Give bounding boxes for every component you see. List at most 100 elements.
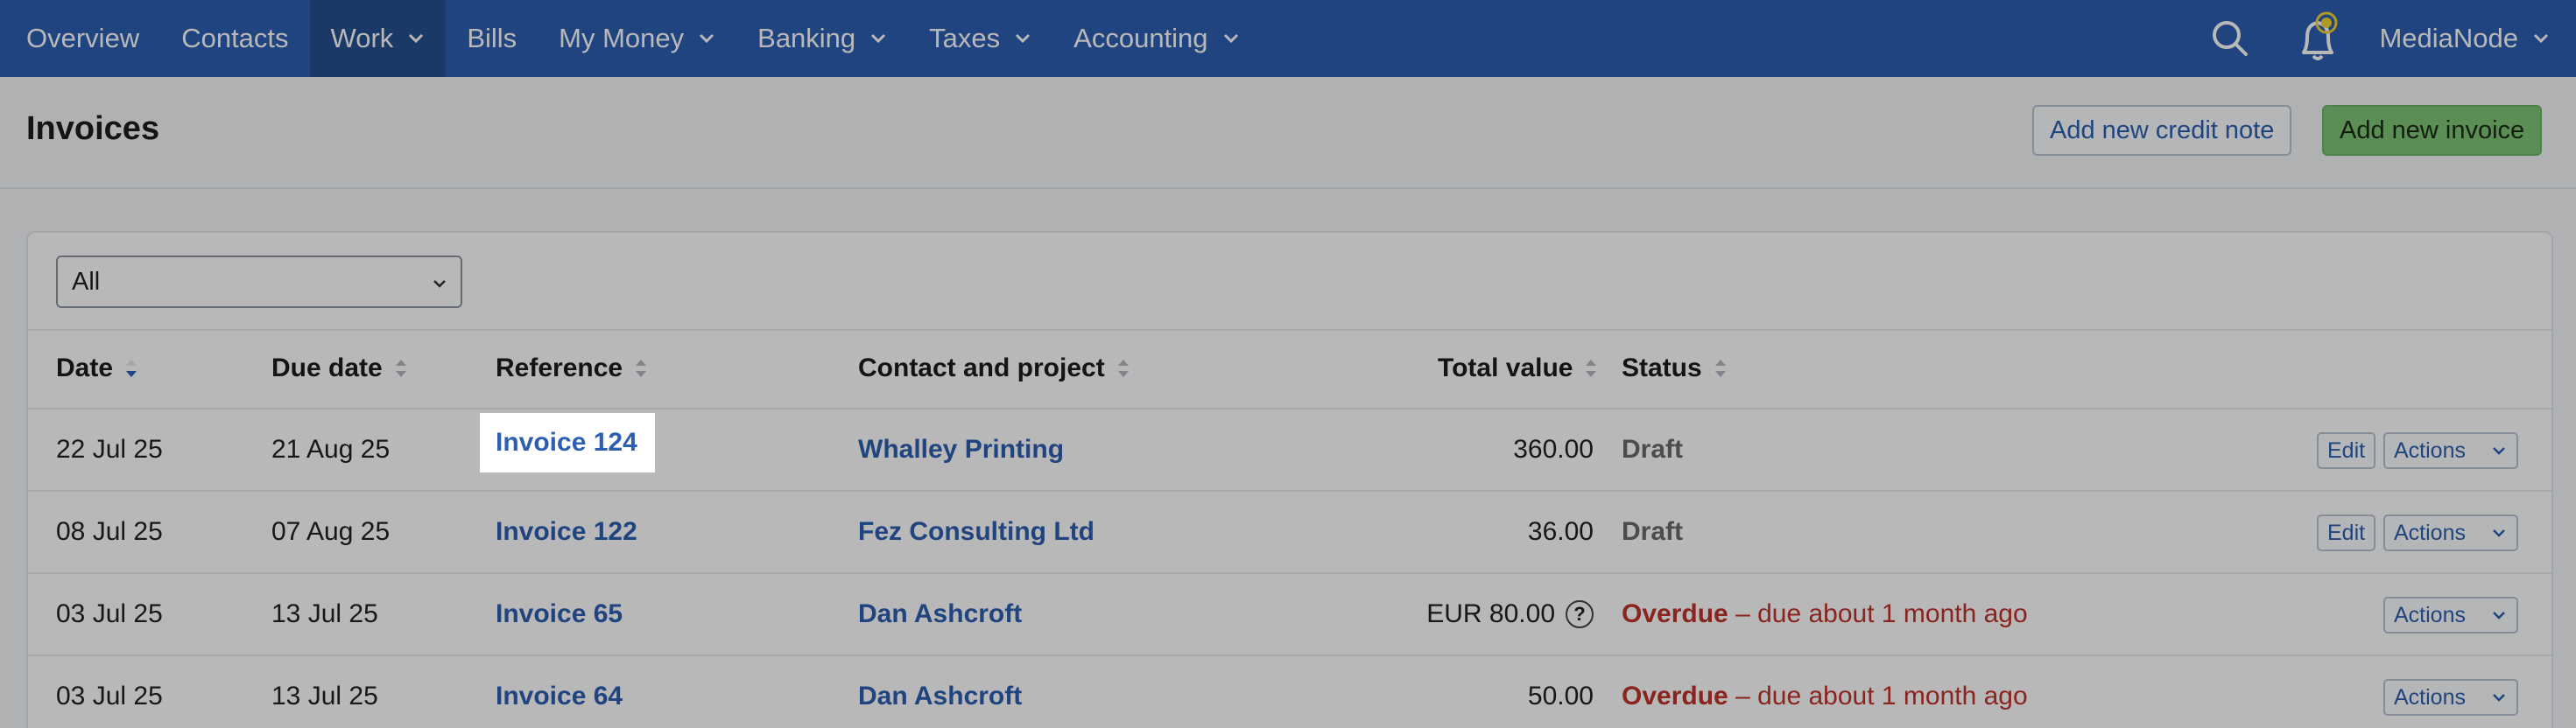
col-header-contact[interactable]: Contact and project [858, 354, 1131, 383]
cell-total-value: 360.00 [1341, 410, 1594, 490]
actions-label: Actions [2394, 602, 2466, 627]
nav-my-money[interactable]: My Money [538, 0, 736, 77]
col-header-date[interactable]: Date [56, 354, 139, 383]
divider [28, 329, 2551, 331]
table-row[interactable]: 03 Jul 25 13 Jul 25 Invoice 64 Dan Ashcr… [28, 656, 2551, 728]
search-icon[interactable] [2204, 0, 2256, 77]
user-menu[interactable]: MediaNode [2379, 23, 2576, 54]
nav-my-money-label: My Money [559, 23, 685, 53]
sort-icon [636, 360, 647, 377]
sort-icon [395, 360, 406, 377]
chevron-down-icon [700, 33, 714, 44]
table-row[interactable]: 08 Jul 25 07 Aug 25 Invoice 122 Fez Cons… [28, 492, 2551, 574]
chevron-down-icon [433, 280, 446, 288]
nav-right: MediaNode [2204, 0, 2576, 77]
cell-date: 03 Jul 25 [56, 682, 163, 710]
chevron-down-icon [1223, 33, 1238, 44]
nav-overview-label: Overview [26, 23, 140, 53]
highlighted-invoice-link[interactable]: Invoice 124 [480, 413, 655, 472]
nav-taxes-label: Taxes [929, 23, 1001, 53]
chevron-down-icon [2493, 694, 2505, 702]
chevron-down-icon [2493, 529, 2505, 537]
chevron-down-icon [871, 33, 886, 44]
actions-label: Actions [2394, 684, 2466, 710]
table-row[interactable]: 22 Jul 25 21 Aug 25 Invoice 124 Whalley … [28, 410, 2551, 492]
table-row[interactable]: 03 Jul 25 13 Jul 25 Invoice 65 Dan Ashcr… [28, 574, 2551, 656]
nav-banking[interactable]: Banking [736, 0, 908, 77]
chevron-down-icon [1016, 33, 1031, 44]
user-name: MediaNode [2379, 23, 2518, 53]
col-header-total-value-label: Total value [1438, 354, 1573, 382]
status-badge: Draft [1622, 435, 1684, 464]
col-header-reference[interactable]: Reference [496, 354, 649, 383]
col-header-reference-label: Reference [496, 354, 623, 382]
col-header-due-date-label: Due date [271, 354, 383, 382]
col-header-due-date[interactable]: Due date [271, 354, 409, 383]
cell-total-value: EUR 80.00? [1341, 574, 1594, 654]
col-header-status[interactable]: Status [1622, 354, 1728, 383]
sort-icon [1117, 360, 1129, 377]
edit-button[interactable]: Edit [2317, 514, 2376, 551]
contact-link[interactable]: Dan Ashcroft [858, 656, 1022, 728]
cell-due-date: 07 Aug 25 [271, 517, 391, 546]
cell-due-date: 21 Aug 25 [271, 435, 391, 464]
status-filter-select[interactable]: All [56, 256, 462, 308]
nav-bills-label: Bills [467, 23, 517, 53]
total-value-text: 36.00 [1527, 517, 1594, 546]
nav-bills[interactable]: Bills [446, 0, 538, 77]
actions-label: Actions [2394, 520, 2466, 545]
invoice-reference-link[interactable]: Invoice 65 [496, 574, 623, 654]
cell-due-date: 13 Jul 25 [271, 599, 378, 628]
chevron-down-icon [409, 33, 424, 44]
add-credit-note-button[interactable]: Add new credit note [2032, 105, 2292, 156]
nav-taxes[interactable]: Taxes [908, 0, 1052, 77]
col-header-total-value[interactable]: Total value [1438, 354, 1599, 383]
sort-icon [1714, 360, 1726, 377]
status-note: – due about 1 month ago [1735, 682, 2028, 710]
page-title: Invoices [26, 110, 160, 147]
cell-due-date: 13 Jul 25 [271, 682, 378, 710]
actions-button[interactable]: Actions [2383, 597, 2518, 634]
status-badge: Draft [1622, 517, 1684, 546]
page-header: Invoices Add new credit note Add new inv… [0, 77, 2576, 189]
invoice-reference-link[interactable]: Invoice 64 [496, 656, 623, 728]
total-value-text: EUR 80.00 [1426, 599, 1555, 628]
nav-contacts[interactable]: Contacts [160, 0, 309, 77]
edit-button[interactable]: Edit [2317, 432, 2376, 469]
total-value-text: 50.00 [1527, 682, 1594, 710]
status-overdue-label: Overdue [1622, 599, 1728, 628]
status-overdue-label: Overdue [1622, 682, 1728, 710]
nav-accounting[interactable]: Accounting [1052, 0, 1260, 77]
total-value-text: 360.00 [1513, 435, 1594, 464]
nav-work[interactable]: Work [309, 0, 447, 77]
col-header-status-label: Status [1622, 354, 1702, 382]
cell-date: 03 Jul 25 [56, 599, 163, 628]
top-navigation: Overview Contacts Work Bills My Money Ba… [0, 0, 2576, 77]
col-header-date-label: Date [56, 354, 114, 382]
status-note: – due about 1 month ago [1735, 599, 2028, 628]
invoice-reference-link[interactable]: Invoice 122 [496, 492, 637, 572]
contact-link[interactable]: Whalley Printing [858, 410, 1064, 490]
nav-accounting-label: Accounting [1073, 23, 1208, 53]
cell-date: 22 Jul 25 [56, 435, 163, 464]
nav-contacts-label: Contacts [181, 23, 289, 53]
nav-banking-label: Banking [757, 23, 856, 53]
status-badge: Overdue – due about 1 month ago [1622, 574, 2028, 654]
cell-total-value: 36.00 [1341, 492, 1594, 572]
chevron-down-icon [2493, 447, 2505, 455]
actions-button[interactable]: Actions [2383, 679, 2518, 716]
nav-work-label: Work [330, 23, 394, 53]
actions-button[interactable]: Actions [2383, 432, 2518, 469]
invoices-card: All Date Due date Reference Contact and … [26, 231, 2553, 728]
contact-link[interactable]: Fez Consulting Ltd [858, 492, 1094, 572]
nav-overview[interactable]: Overview [0, 0, 160, 77]
actions-label: Actions [2394, 438, 2466, 463]
chevron-down-icon [2493, 612, 2505, 620]
contact-link[interactable]: Dan Ashcroft [858, 574, 1022, 654]
actions-button[interactable]: Actions [2383, 514, 2518, 551]
status-badge: Overdue – due about 1 month ago [1622, 656, 2028, 728]
help-icon[interactable]: ? [1566, 600, 1594, 628]
bell-icon[interactable] [2291, 0, 2344, 77]
sort-icon [1586, 360, 1597, 377]
add-invoice-button[interactable]: Add new invoice [2322, 105, 2543, 156]
